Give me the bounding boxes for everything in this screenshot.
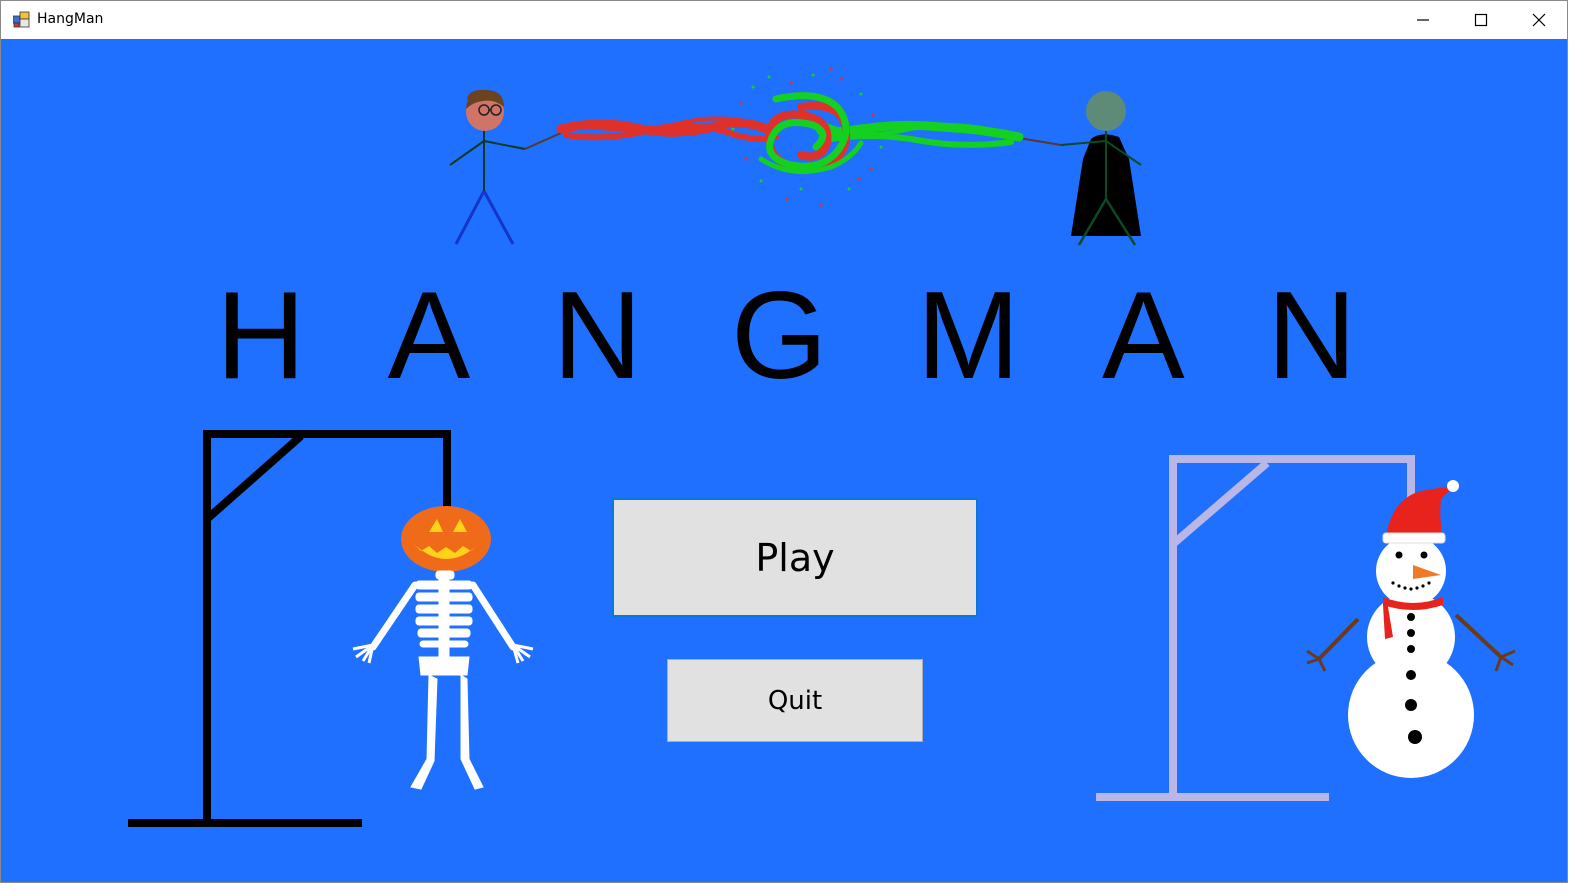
minimize-button[interactable] bbox=[1394, 1, 1452, 39]
skeleton-figure bbox=[352, 570, 534, 790]
play-button[interactable]: Play bbox=[612, 498, 978, 617]
main-panel: H A N G M A N Play Quit bbox=[1, 39, 1567, 882]
wizard-duel-illustration bbox=[449, 67, 1142, 246]
window-title: HangMan bbox=[37, 11, 104, 27]
close-button[interactable] bbox=[1510, 1, 1567, 39]
minimize-icon bbox=[1417, 19, 1429, 21]
game-title: H A N G M A N bbox=[215, 267, 1384, 405]
spell-beams bbox=[556, 92, 1024, 174]
quit-button[interactable]: Quit bbox=[667, 659, 923, 742]
maximize-icon bbox=[1474, 13, 1488, 27]
right-wizard-figure bbox=[1018, 91, 1142, 246]
app-window: HangMan H A N G M A N Play Quit bbox=[0, 0, 1568, 883]
pumpkin-head bbox=[401, 506, 491, 572]
app-icon bbox=[13, 11, 30, 28]
left-wizard-figure bbox=[449, 89, 562, 245]
left-gallows bbox=[128, 430, 451, 827]
maximize-button[interactable] bbox=[1452, 1, 1510, 39]
snowman-gallows-illustration bbox=[1096, 455, 1516, 801]
snowman-figure bbox=[1306, 480, 1516, 778]
title-bar[interactable]: HangMan bbox=[1, 1, 1567, 39]
close-icon bbox=[1532, 13, 1546, 27]
skeleton-gallows-illustration bbox=[128, 430, 534, 827]
